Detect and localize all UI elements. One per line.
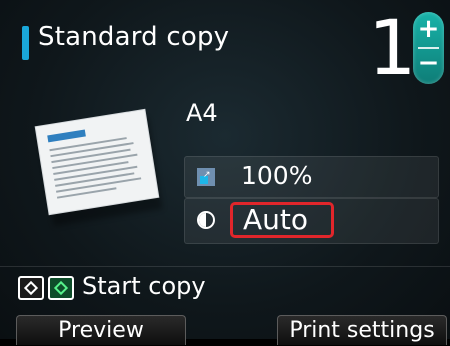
document-preview-icon [35, 109, 159, 215]
minus-icon[interactable]: − [413, 50, 444, 76]
start-copy-hint: Start copy [82, 272, 206, 300]
footer-divider [0, 266, 450, 267]
magnification-value: 100% [241, 161, 313, 190]
paper-size-setting[interactable]: A4 [186, 99, 218, 127]
density-contrast-icon [197, 211, 215, 229]
copies-stepper[interactable]: + − [413, 12, 444, 84]
magnification-setting[interactable]: ↗ 100% [184, 156, 439, 198]
preview-button[interactable]: Preview [16, 315, 186, 345]
copies-count: 1 [368, 3, 417, 92]
title-accent-bar [22, 26, 29, 60]
density-field-selected[interactable]: Auto [230, 202, 334, 238]
print-settings-button[interactable]: Print settings [277, 315, 447, 345]
magnification-icon: ↗ [197, 168, 215, 186]
plus-icon[interactable]: + [413, 16, 444, 42]
screen-title: Standard copy [38, 22, 230, 52]
black-start-key-icon [18, 276, 44, 300]
document-header-block [47, 129, 86, 143]
color-start-key-icon [48, 276, 74, 300]
density-value: Auto [243, 203, 309, 236]
copy-screen: Standard copy 1 + − A4 ↗ 100% Auto Start… [0, 0, 450, 345]
density-setting[interactable]: Auto [184, 198, 439, 244]
